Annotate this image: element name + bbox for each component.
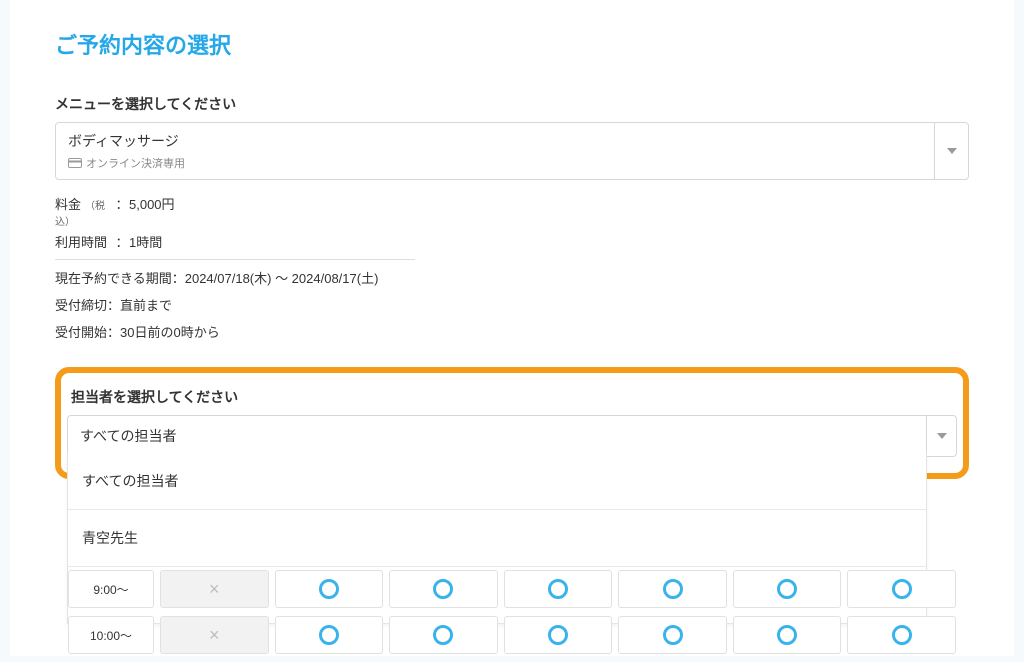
staff-select[interactable]: すべての担当者 (67, 415, 957, 457)
circle-icon (433, 625, 453, 645)
schedule-table: 9:00〜 × 10:00〜 × (68, 570, 956, 662)
circle-icon (663, 625, 683, 645)
slot-available[interactable] (733, 616, 842, 654)
slot-available[interactable] (847, 616, 956, 654)
circle-icon (663, 579, 683, 599)
staff-select-highlight: 担当者を選択してください すべての担当者 すべての担当者 青空先生 三角先生 (55, 367, 969, 479)
circle-icon (433, 579, 453, 599)
menu-selected-title: ボディマッサージ (68, 131, 928, 151)
circle-icon (548, 625, 568, 645)
price-row: 料金（税込） ： 5,000円 (55, 194, 969, 228)
divider (55, 259, 415, 260)
schedule-row: 10:00〜 × (68, 616, 956, 654)
menu-prompt: メニューを選択してください (55, 94, 969, 114)
staff-option[interactable]: すべての担当者 (68, 453, 926, 510)
staff-prompt: 担当者を選択してください (71, 387, 957, 407)
staff-selected: すべての担当者 (80, 428, 176, 444)
slot-available[interactable] (618, 570, 727, 608)
slot-available[interactable] (275, 570, 384, 608)
slot-available[interactable] (733, 570, 842, 608)
slot-available[interactable] (847, 570, 956, 608)
slot-available[interactable] (275, 616, 384, 654)
duration-label: 利用時間 (55, 232, 115, 251)
chevron-down-icon (926, 416, 956, 456)
menu-selected-sub: オンライン決済専用 (86, 155, 185, 171)
price-label: 料金 (55, 197, 81, 212)
circle-icon (892, 579, 912, 599)
slot-available[interactable] (504, 570, 613, 608)
price-value: 5,000円 (129, 194, 175, 228)
slot-unavailable: × (160, 570, 269, 608)
slot-available[interactable] (389, 616, 498, 654)
menu-selected-sub-row: オンライン決済専用 (68, 155, 928, 171)
circle-icon (319, 625, 339, 645)
schedule-row: 9:00〜 × (68, 570, 956, 608)
slot-available[interactable] (618, 616, 727, 654)
slot-available[interactable] (389, 570, 498, 608)
circle-icon (777, 579, 797, 599)
card-icon (68, 158, 82, 168)
meta-deadline: 受付締切：直前まで (55, 295, 969, 314)
circle-icon (319, 579, 339, 599)
page-title: ご予約内容の選択 (55, 28, 969, 60)
menu-select[interactable]: ボディマッサージ オンライン決済専用 (55, 122, 969, 180)
circle-icon (777, 625, 797, 645)
slot-unavailable: × (160, 616, 269, 654)
meta-start: 受付開始：30日前の0時から (55, 322, 969, 341)
circle-icon (548, 579, 568, 599)
meta-period: 現在予約できる期間：2024/07/18(木) 〜 2024/08/17(土) (55, 268, 969, 287)
chevron-down-icon (934, 123, 968, 179)
circle-icon (892, 625, 912, 645)
time-cell: 9:00〜 (68, 570, 154, 608)
duration-value: 1時間 (129, 232, 162, 251)
time-cell: 10:00〜 (68, 616, 154, 654)
staff-option[interactable]: 青空先生 (68, 510, 926, 567)
duration-row: 利用時間 ： 1時間 (55, 232, 969, 251)
slot-available[interactable] (504, 616, 613, 654)
